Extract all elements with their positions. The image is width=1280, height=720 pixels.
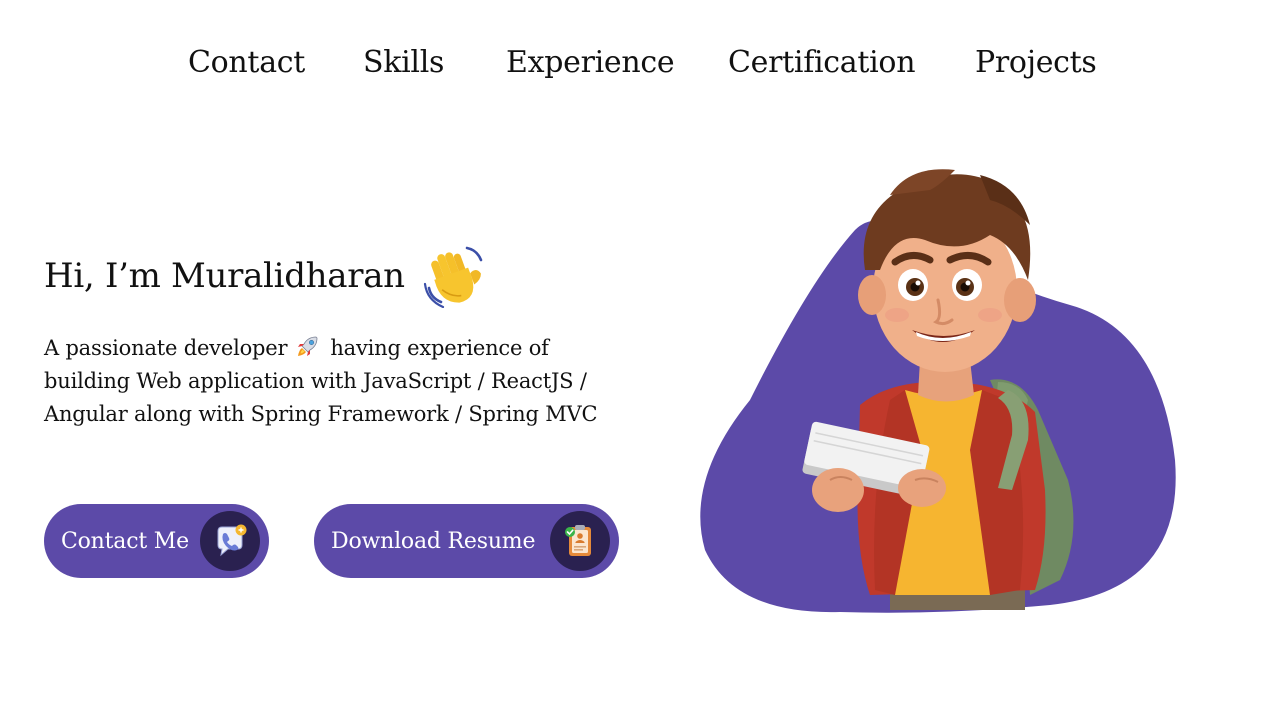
rocket-icon (297, 336, 318, 356)
nav-item-skills[interactable]: Skills (363, 40, 444, 86)
description-line-1-end: having experience of (330, 336, 549, 360)
portfolio-page: Contact Skills Experience Certification … (0, 0, 1280, 720)
nav-item-certification[interactable]: Certification (728, 40, 916, 86)
contact-me-button[interactable]: Contact Me (44, 504, 269, 578)
nav-item-experience[interactable]: Experience (506, 40, 675, 86)
description-line-3: Angular along with Spring Framework / Sp… (44, 402, 598, 426)
nav-item-contact[interactable]: Contact (188, 40, 305, 86)
greeting-text: Hi, I’m Muralidharan (44, 256, 405, 296)
hero-greeting: Hi, I’m Muralidharan (44, 246, 487, 308)
clipboard-document-icon (550, 511, 610, 571)
description-line-1: A passionate developer having experience… (44, 332, 644, 365)
top-navigation: Contact Skills Experience Certification … (0, 40, 1280, 88)
speech-bubble-icon (200, 511, 260, 571)
contact-me-label: Contact Me (61, 528, 189, 554)
download-resume-button[interactable]: Download Resume (314, 504, 619, 578)
hero-illustration (700, 169, 1176, 613)
hero-description: A passionate developer having experience… (44, 332, 644, 431)
description-line-2: building Web application with JavaScript… (44, 369, 587, 393)
download-resume-label: Download Resume (331, 528, 536, 554)
waving-hand-icon (423, 246, 483, 308)
nav-item-projects[interactable]: Projects (975, 40, 1097, 86)
description-line-1-start: A passionate developer (44, 336, 288, 360)
